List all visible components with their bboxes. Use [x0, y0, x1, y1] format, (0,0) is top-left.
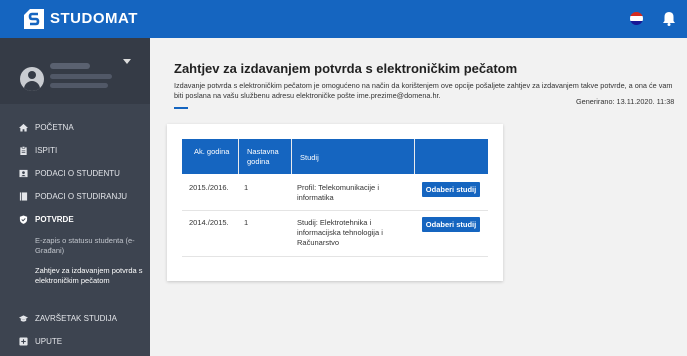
sidebar-item-podaci-o-studiranju[interactable]: PODACI O STUDIRANJU: [0, 187, 150, 207]
sidebar-subitem-e-zapis[interactable]: E-zapis o statusu studenta (e-Građani): [35, 236, 147, 256]
clipboard-icon: [20, 146, 27, 155]
book-icon: [19, 192, 28, 201]
column-header-nastavna-godina: Nastavna godina: [247, 147, 279, 166]
header-divider: [291, 139, 292, 174]
cell-studij: Studij: Elektrotehnika i informacijska t…: [297, 218, 383, 247]
sidebar-item-pocetna[interactable]: POČETNA: [0, 118, 150, 138]
sidebar-item-label: UPUTE: [35, 337, 63, 346]
user-name-redacted: [50, 63, 90, 69]
app-logo-text[interactable]: STUDOMAT: [50, 10, 138, 27]
sidebar-item-label: POČETNA: [35, 123, 74, 132]
studomat-logo-icon: [24, 9, 44, 29]
cell-studij: Profil: Telekomunikacije i informatika: [297, 183, 379, 202]
page-title: Zahtjev za izdavanjem potvrda s elektron…: [174, 61, 518, 76]
odaberi-studij-button[interactable]: Odaberi studij: [422, 217, 480, 232]
top-bar: STUDOMAT: [0, 0, 687, 38]
cell-ak-godina: 2014./2015.: [189, 218, 229, 227]
sidebar-item-label: PODACI O STUDENTU: [35, 169, 120, 178]
sidebar-item-zavrsetak-studija[interactable]: ZAVRŠETAK STUDIJA: [0, 309, 150, 329]
sidebar-item-potvrde[interactable]: POTVRDE: [0, 210, 150, 230]
cell-ak-godina: 2015./2016.: [189, 183, 229, 192]
sidebar-item-label: PODACI O STUDIRANJU: [35, 192, 128, 201]
sidebar-item-ispiti[interactable]: ISPITI: [0, 141, 150, 161]
cell-nastavna-godina: 1: [244, 218, 249, 227]
shield-check-icon: [19, 215, 28, 224]
title-accent-divider: [174, 107, 188, 109]
sidebar-item-upute[interactable]: UPUTE: [0, 332, 150, 352]
avatar: [20, 67, 44, 91]
id-card-icon: [19, 169, 28, 178]
home-icon: [19, 123, 28, 132]
user-info-redacted: [50, 74, 112, 79]
sidebar-item-label: ISPITI: [35, 146, 58, 155]
column-header-studij: Studij: [300, 153, 319, 162]
plus-square-icon: [19, 337, 28, 346]
odaberi-studij-button[interactable]: Odaberi studij: [422, 182, 480, 197]
generated-timestamp: Generirano: 13.11.2020. 11:38: [576, 97, 675, 106]
croatian-flag-icon[interactable]: [630, 12, 643, 25]
graduation-cap-icon: [19, 315, 28, 322]
row-divider: [182, 256, 488, 257]
chevron-down-icon[interactable]: [123, 59, 131, 64]
header-divider: [238, 139, 239, 174]
sidebar-item-podaci-o-studentu[interactable]: PODACI O STUDENTU: [0, 164, 150, 184]
user-profile[interactable]: [0, 38, 150, 104]
notification-bell-icon[interactable]: [662, 11, 676, 26]
user-info-redacted: [50, 83, 108, 88]
sidebar-subitem-zahtjev-potvrde[interactable]: Zahtjev za izdavanjem potvrda s elektron…: [35, 266, 147, 286]
header-divider: [414, 139, 415, 174]
column-header-ak-godina: Ak. godina: [194, 147, 230, 156]
sidebar-item-label: ZAVRŠETAK STUDIJA: [35, 314, 117, 323]
cell-nastavna-godina: 1: [244, 183, 249, 192]
sidebar-item-label: POTVRDE: [35, 215, 74, 224]
row-divider: [182, 210, 488, 211]
